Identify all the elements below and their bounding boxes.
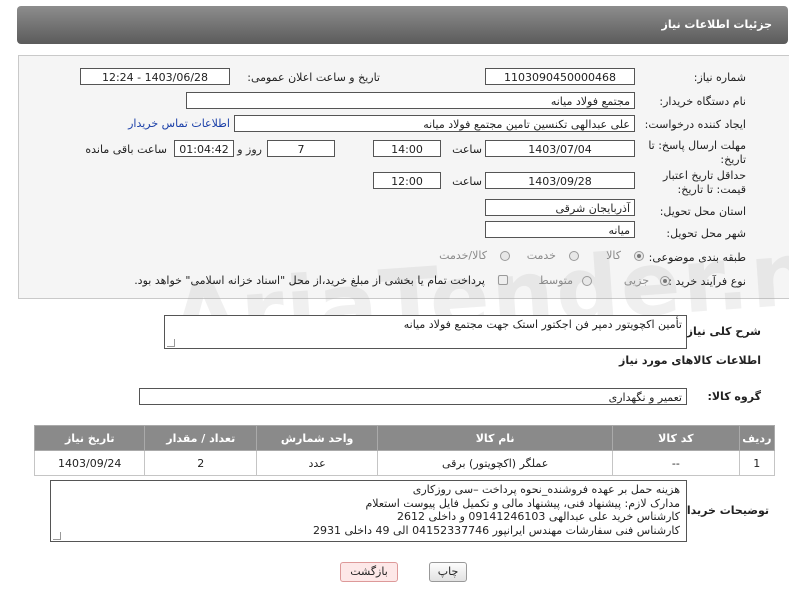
deadline-time-field: 14:00 bbox=[373, 140, 441, 157]
process-minor-radio[interactable] bbox=[660, 276, 670, 286]
buyer-note-line: مدارک لازم: پیشنهاد فنی، پیشنهاد مالی و … bbox=[365, 496, 681, 510]
goods-table: ردیف کد کالا نام کالا واحد شمارش تعداد /… bbox=[33, 425, 776, 476]
announce-field: 1403/06/28 - 12:24 bbox=[80, 68, 230, 85]
buyer-notes-field: هزینه حمل بر عهده فروشنده_نحوه پرداخت –س… bbox=[50, 480, 687, 542]
validity-time-field: 12:00 bbox=[373, 172, 441, 189]
col-unit-header: واحد شمارش bbox=[256, 425, 379, 451]
province-label: استان محل تحویل: bbox=[659, 205, 746, 218]
col-code-header: کد کالا bbox=[612, 425, 740, 451]
table-row: 1 -- عملگر (اکچویتور) برقی عدد 2 1403/09… bbox=[33, 450, 776, 476]
col-date-header: تاریخ نیاز bbox=[33, 425, 146, 451]
treasury-payment-note: پرداخت تمام یا بخشی از مبلغ خرید،از محل … bbox=[134, 274, 485, 287]
goods-group-label: گروه کالا: bbox=[707, 390, 761, 403]
buyer-note-line: کارشناس فنی سفارشات مهندس ایرانپور 04152… bbox=[312, 523, 680, 537]
city-field: میانه bbox=[485, 221, 635, 238]
notes-resize-handle[interactable] bbox=[53, 532, 61, 540]
validity-date-field: 1403/09/28 bbox=[485, 172, 635, 189]
remaining-time-field: 01:04:42 bbox=[174, 140, 234, 157]
buyer-note-line: هزینه حمل بر عهده فروشنده_نحوه پرداخت –س… bbox=[412, 483, 680, 496]
cell-unit: عدد bbox=[256, 450, 379, 476]
city-label: شهر محل تحویل: bbox=[666, 227, 746, 240]
buyer-org-label: نام دستگاه خریدار: bbox=[659, 95, 746, 108]
category-service-label: خدمت bbox=[526, 249, 556, 262]
summary-resize-handle[interactable] bbox=[167, 339, 175, 347]
process-medium-radio[interactable] bbox=[582, 276, 592, 286]
process-medium-label: متوسط bbox=[538, 274, 573, 287]
col-name-header: نام کالا bbox=[377, 425, 614, 451]
process-minor-label: جزیی bbox=[623, 274, 649, 287]
page-header: جزئیات اطلاعات نیاز bbox=[17, 6, 788, 44]
cell-code: -- bbox=[612, 450, 740, 476]
cell-qty: 2 bbox=[144, 450, 258, 476]
requester-field: علی عبدالهی تکنسین تامین مجتمع فولاد میا… bbox=[234, 115, 635, 132]
cell-name: عملگر (اکچویتور) برقی bbox=[377, 450, 614, 476]
print-button[interactable]: چاپ bbox=[429, 562, 467, 582]
requester-label: ایجاد کننده درخواست: bbox=[644, 118, 746, 131]
announce-label: تاریخ و ساعت اعلان عمومی: bbox=[247, 71, 380, 84]
page-title: جزئیات اطلاعات نیاز bbox=[661, 18, 773, 31]
buyer-org-field: مجتمع فولاد میانه bbox=[186, 92, 635, 109]
deadline-time-label: ساعت bbox=[452, 143, 482, 156]
category-both-label: کالا/خدمت bbox=[439, 249, 487, 262]
category-label: طبقه بندی موضوعی: bbox=[648, 251, 746, 264]
category-both-radio[interactable] bbox=[500, 251, 510, 261]
cell-row: 1 bbox=[738, 450, 776, 476]
col-row-header: ردیف bbox=[738, 425, 776, 451]
buyer-contact-link[interactable]: اطلاعات تماس خریدار bbox=[128, 117, 230, 130]
remaining-label: ساعت باقی مانده bbox=[85, 143, 167, 156]
category-goods-radio[interactable] bbox=[634, 251, 644, 261]
validity-time-label: ساعت bbox=[452, 175, 482, 188]
summary-field: تأمین اکچویتور دمپر فن اجکتور استک جهت م… bbox=[164, 315, 687, 349]
goods-group-field: تعمیر و نگهداری bbox=[139, 388, 687, 405]
days-label: روز و bbox=[237, 143, 262, 156]
back-button[interactable]: بازگشت bbox=[340, 562, 398, 582]
deadline-date-field: 1403/07/04 bbox=[485, 140, 635, 157]
cell-date: 1403/09/24 bbox=[33, 450, 146, 476]
buyer-notes-label: توضیحات خریدار: bbox=[676, 504, 769, 517]
summary-label: شرح کلی نیاز: bbox=[682, 325, 761, 338]
col-qty-header: تعداد / مقدار bbox=[144, 425, 258, 451]
days-field: 7 bbox=[267, 140, 335, 157]
treasury-payment-checkbox[interactable] bbox=[498, 275, 508, 285]
process-label: نوع فرآیند خرید : bbox=[668, 275, 746, 288]
province-field: آذربایجان شرقی bbox=[485, 199, 635, 216]
buyer-note-line: کارشناس خرید علی عبدالهی 09141246103 و د… bbox=[397, 510, 680, 523]
category-goods-label: کالا bbox=[606, 249, 621, 262]
need-number-field: 1103090450000468 bbox=[485, 68, 635, 85]
table-header-row: ردیف کد کالا نام کالا واحد شمارش تعداد /… bbox=[33, 425, 776, 451]
deadline-label: مهلت ارسال پاسخ: تا تاریخ: bbox=[648, 139, 746, 166]
need-number-label: شماره نیاز: bbox=[693, 71, 746, 84]
goods-info-title: اطلاعات کالاهای مورد نیاز bbox=[619, 354, 761, 367]
validity-label: حداقل تاریخ اعتبار قیمت: تا تاریخ: bbox=[662, 169, 746, 196]
category-service-radio[interactable] bbox=[569, 251, 579, 261]
